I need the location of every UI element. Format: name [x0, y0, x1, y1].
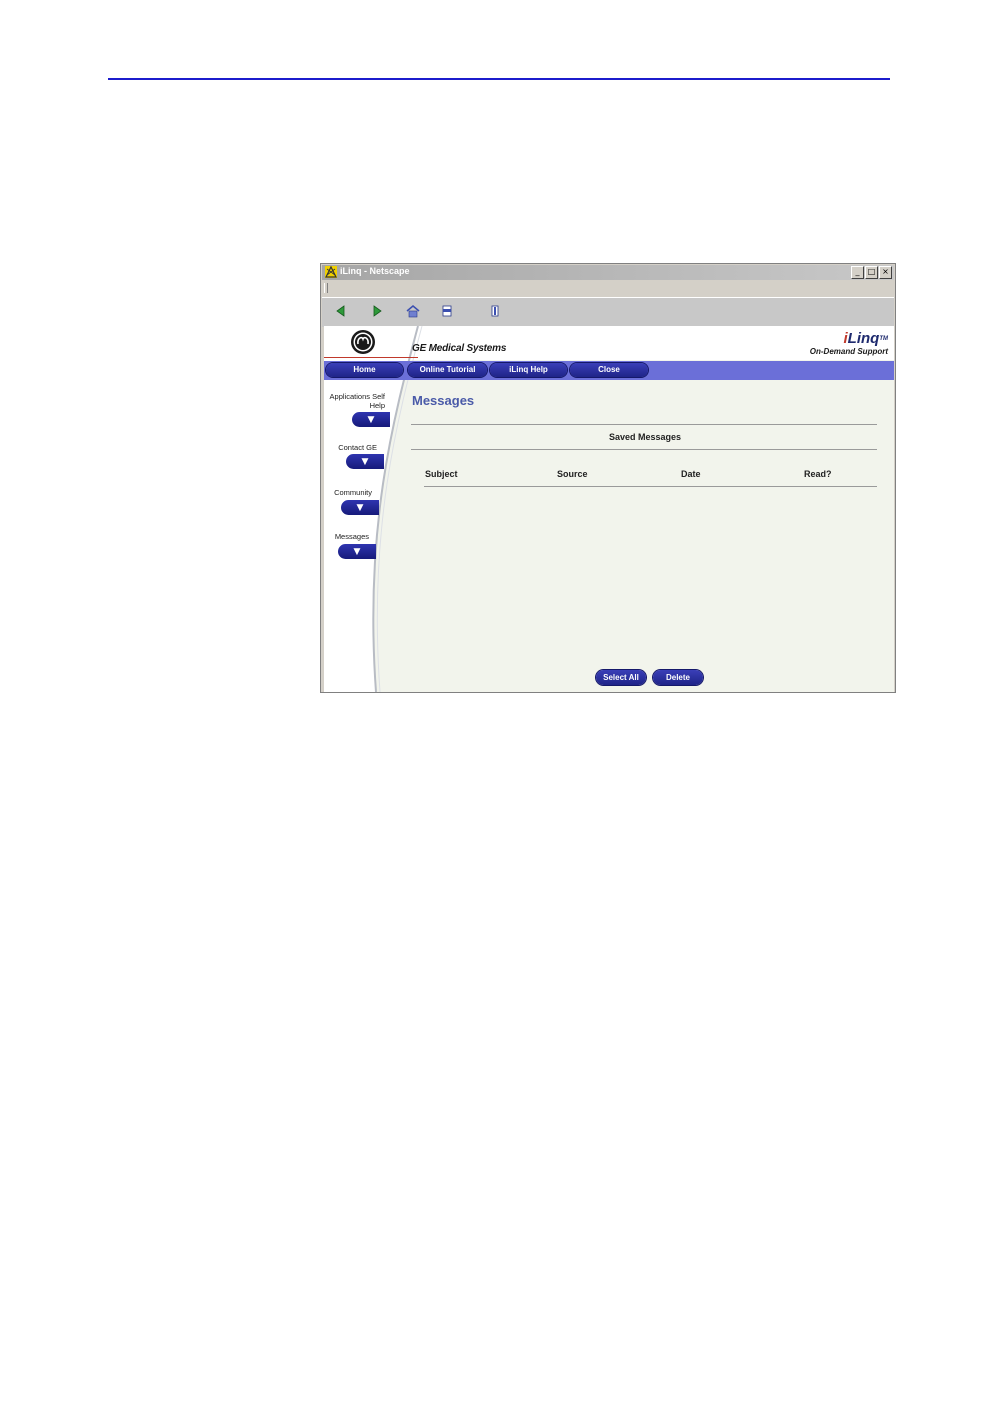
window-title: iLinq - Netscape: [340, 266, 410, 276]
stop-icon[interactable]: [488, 304, 502, 318]
saved-messages-heading: Saved Messages: [608, 432, 682, 442]
column-header-date[interactable]: Date: [681, 469, 701, 479]
browser-window: iLinq - Netscape _ □ × GE Medical System…: [320, 263, 896, 693]
column-header-read[interactable]: Read?: [804, 469, 832, 479]
header-red-line: [324, 357, 418, 358]
ilinq-tagline: On-Demand Support: [809, 347, 888, 356]
window-titlebar[interactable]: iLinq - Netscape _ □ ×: [322, 265, 894, 280]
close-button[interactable]: Close: [570, 363, 648, 377]
chevron-down-icon: ▼: [356, 503, 364, 513]
divider: [411, 449, 877, 450]
online-tutorial-button[interactable]: Online Tutorial: [408, 363, 487, 377]
decorative-curve: [324, 326, 423, 692]
sidebar-item-applications-self-help[interactable]: ▼: [352, 412, 390, 427]
print-icon[interactable]: [440, 304, 454, 318]
menu-grip-handle[interactable]: [324, 283, 328, 293]
sidebar-item-messages[interactable]: ▼: [338, 544, 376, 559]
minimize-button[interactable]: _: [851, 266, 864, 279]
chevron-down-icon: ▼: [367, 415, 375, 425]
chevron-down-icon: ▼: [353, 547, 361, 557]
top-nav-bar: Home Online Tutorial iLinq Help Close: [324, 361, 894, 380]
column-header-source[interactable]: Source: [557, 469, 588, 479]
sidebar-item-applications-self-help-label: Applications Self Help: [326, 392, 385, 410]
sidebar-item-community-label: Community: [334, 488, 372, 497]
home-icon[interactable]: [406, 304, 420, 318]
back-arrow-icon[interactable]: [334, 304, 348, 318]
delete-button[interactable]: Delete: [653, 670, 703, 685]
ilinq-help-button[interactable]: iLinq Help: [490, 363, 567, 377]
divider: [411, 424, 877, 425]
page-header-rule: [108, 78, 890, 80]
sidebar-item-contact-ge-label: Contact GE: [338, 443, 377, 452]
ilinq-logo-text: Linq: [847, 330, 880, 347]
ilinq-logo[interactable]: iLinqTM On-Demand Support: [809, 330, 888, 357]
sidebar-item-community[interactable]: ▼: [341, 500, 379, 515]
forward-arrow-icon[interactable]: [370, 304, 384, 318]
brand-name: GE Medical Systems: [412, 343, 507, 354]
page-title: Messages: [412, 393, 475, 408]
page-content: GE Medical Systems iLinqTM On-Demand Sup…: [324, 326, 894, 692]
home-button[interactable]: Home: [326, 363, 403, 377]
table-header-divider: [424, 486, 877, 487]
maximize-button[interactable]: □: [865, 266, 878, 279]
select-all-button[interactable]: Select All: [596, 670, 646, 685]
netscape-app-icon: [325, 266, 337, 278]
trademark: TM: [879, 336, 888, 342]
chevron-down-icon: ▼: [361, 457, 369, 467]
sidebar-item-messages-label: Messages: [334, 532, 369, 541]
ge-logo-icon[interactable]: [350, 329, 376, 355]
sidebar-label-line: Help: [369, 401, 385, 410]
column-header-subject[interactable]: Subject: [425, 469, 458, 479]
close-window-button[interactable]: ×: [879, 266, 892, 279]
sidebar-label-line: Applications Self: [329, 392, 385, 401]
sidebar-item-contact-ge[interactable]: ▼: [346, 454, 384, 469]
menu-bar: [322, 281, 894, 296]
navigation-toolbar: [322, 297, 894, 327]
